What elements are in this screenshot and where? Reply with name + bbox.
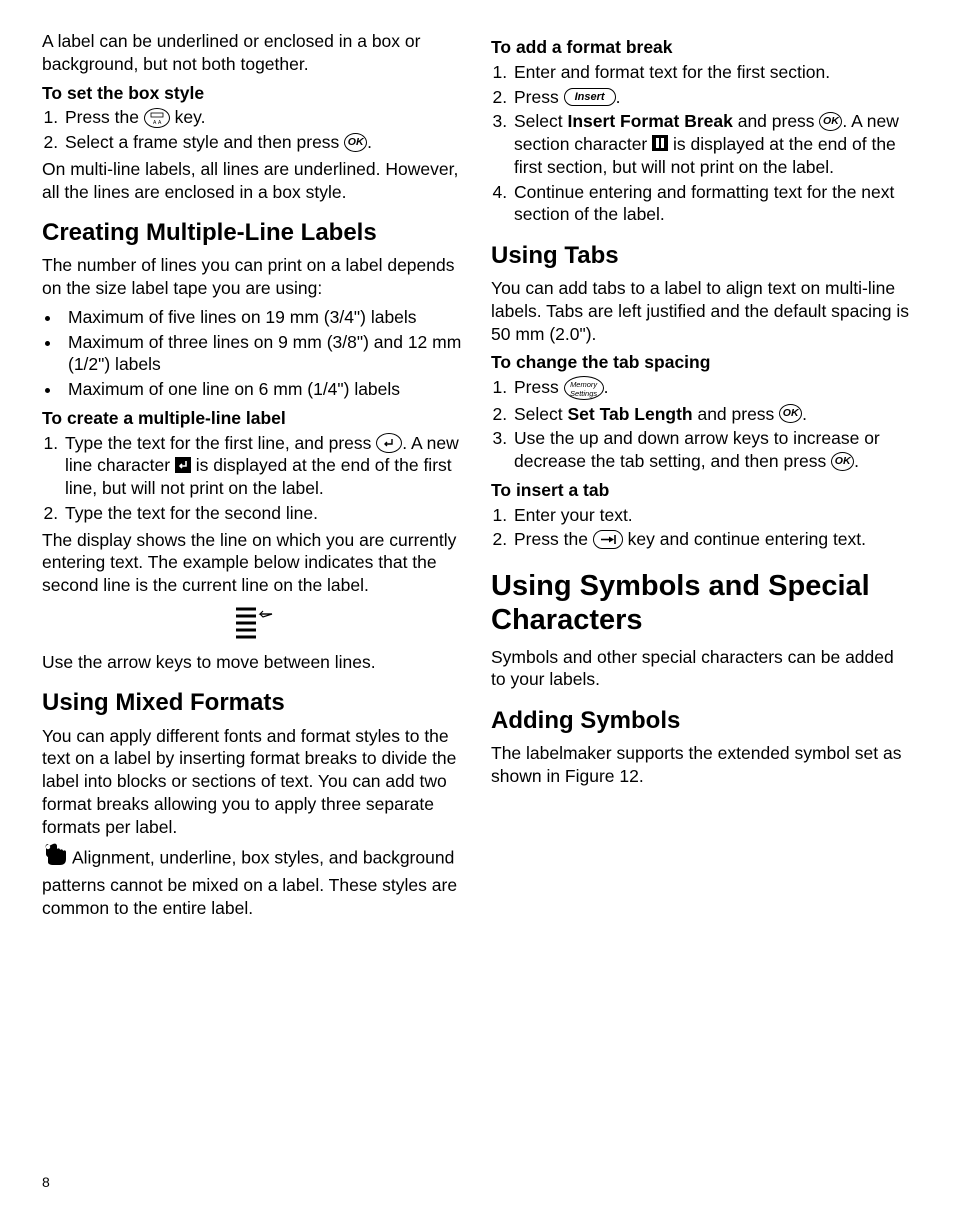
text: . [367, 132, 372, 152]
box-intro: A label can be underlined or enclosed in… [42, 30, 463, 76]
insert-tab-heading: To insert a tab [491, 479, 912, 502]
text: . [604, 377, 609, 397]
bullet-2: Maximum of three lines on 9 mm (3/8") an… [62, 331, 463, 377]
multiline-heading: Creating Multiple-Line Labels [42, 217, 463, 248]
symbols-heading: Using Symbols and Special Characters [491, 569, 912, 637]
enter-key-icon [376, 433, 402, 453]
box-step-1: Press the AA key. [63, 106, 463, 129]
ok-icon: OK [779, 404, 802, 423]
tabs-p1: You can add tabs to a label to align tex… [491, 277, 912, 345]
text: Press the [65, 107, 144, 127]
box-step-2: Select a frame style and then press OK. [63, 131, 463, 154]
text: and press [693, 404, 780, 424]
fb-step-3: Select Insert Format Break and press OK.… [512, 110, 912, 178]
mixed-p1: You can apply different fonts and format… [42, 725, 463, 839]
text: Select [514, 404, 568, 424]
tab-key-icon [593, 530, 623, 549]
ml-step-2: Type the text for the second line. [63, 502, 463, 525]
ok-icon: OK [344, 133, 367, 152]
ml-display-note: The display shows the line on which you … [42, 529, 463, 597]
text: . [616, 87, 621, 107]
svg-text:A: A [158, 120, 162, 126]
insert-key-icon: Insert [564, 88, 616, 106]
bullet-3: Maximum of one line on 6 mm (1/4") label… [62, 378, 463, 401]
symbols-p1: Symbols and other special characters can… [491, 646, 912, 692]
ok-icon: OK [831, 452, 854, 471]
text: Type the text for the first line, and pr… [65, 433, 376, 453]
mixed-tip: Alignment, underline, box styles, and ba… [42, 844, 463, 919]
it-step-2: Press the key and continue entering text… [512, 528, 912, 551]
text: key and continue entering text. [623, 529, 866, 549]
text: . [802, 404, 807, 424]
text: Alignment, underline, box styles, and ba… [42, 848, 457, 918]
create-multiline-heading: To create a multiple-line label [42, 407, 463, 430]
ts-step-2: Select Set Tab Length and press OK. [512, 403, 912, 426]
text: Select a frame style and then press [65, 132, 344, 152]
svg-text:A: A [153, 120, 157, 126]
ml-arrow-note: Use the arrow keys to move between lines… [42, 651, 463, 674]
ok-icon: OK [819, 112, 842, 131]
text: and press [733, 111, 820, 131]
settings-label: Settings [565, 389, 603, 398]
text: Select [514, 111, 568, 131]
memory-label: Memory [565, 380, 603, 389]
bullet-1: Maximum of five lines on 19 mm (3/4") la… [62, 306, 463, 329]
fb-step-1: Enter and format text for the first sect… [512, 61, 912, 84]
line-indicator-figure [42, 603, 463, 647]
text-bold: Insert Format Break [568, 111, 733, 131]
adding-symbols-p1: The labelmaker supports the extended sym… [491, 742, 912, 788]
settings-key-icon: MemorySettings [564, 376, 604, 400]
it-step-1: Enter your text. [512, 504, 912, 527]
ts-step-1: Press MemorySettings. [512, 376, 912, 400]
tabs-heading: Using Tabs [491, 240, 912, 271]
fb-step-2: Press Insert. [512, 86, 912, 109]
box-style-note: On multi-line labels, all lines are unde… [42, 158, 463, 204]
ml-step-1: Type the text for the first line, and pr… [63, 432, 463, 500]
text: key. [170, 107, 206, 127]
multiline-intro: The number of lines you can print on a l… [42, 254, 463, 300]
box-style-heading: To set the box style [42, 82, 463, 105]
newline-char-icon [175, 457, 191, 473]
page-number: 8 [42, 1173, 50, 1191]
format-break-heading: To add a format break [491, 36, 912, 59]
text: Use the up and down arrow keys to increa… [514, 428, 880, 471]
section-char-icon [652, 135, 668, 151]
adding-symbols-heading: Adding Symbols [491, 705, 912, 736]
text: Press [514, 87, 564, 107]
tab-spacing-heading: To change the tab spacing [491, 351, 912, 374]
pointer-icon [42, 842, 70, 872]
text: . [854, 451, 859, 471]
text-bold: Set Tab Length [568, 404, 693, 424]
text: Press [514, 377, 564, 397]
fb-step-4: Continue entering and formatting text fo… [512, 181, 912, 227]
mixed-heading: Using Mixed Formats [42, 687, 463, 718]
text: Press the [514, 529, 593, 549]
ts-step-3: Use the up and down arrow keys to increa… [512, 427, 912, 473]
box-key-icon: AA [144, 108, 170, 128]
